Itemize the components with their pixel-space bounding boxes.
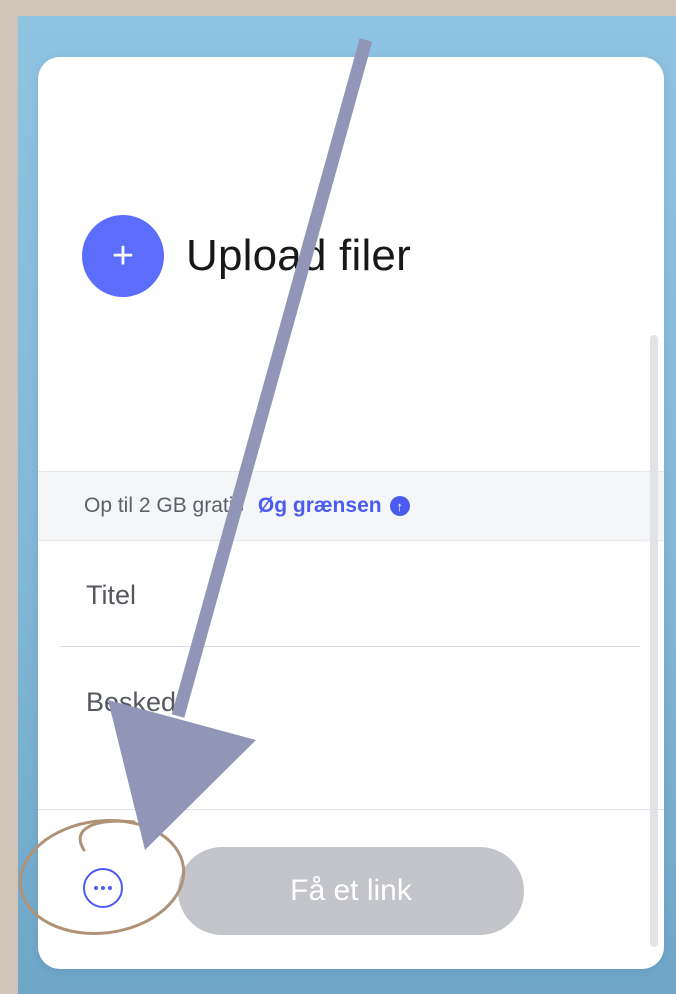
get-link-button[interactable]: Få et link (178, 847, 524, 935)
message-input[interactable] (60, 675, 640, 785)
increase-limit-label: Øg grænsen (257, 494, 382, 517)
footer-divider (38, 809, 664, 810)
upload-files-button[interactable]: + Upload filer (82, 215, 411, 297)
title-input[interactable] (60, 565, 640, 625)
arrow-up-circle-icon: ↑ (389, 496, 410, 516)
size-limit-text: Op til 2 GB gratis (84, 494, 244, 517)
more-options-icon (94, 886, 98, 890)
transfer-card: + Upload filer Op til 2 GB gratis Øg græ… (38, 57, 664, 969)
size-limit-banner: Op til 2 GB gratis Øg grænsen ↑ (38, 471, 664, 541)
upload-files-label: Upload filer (186, 231, 411, 280)
scrollbar[interactable] (650, 335, 658, 947)
more-options-button[interactable] (83, 868, 123, 908)
plus-icon[interactable]: + (82, 215, 164, 297)
title-divider (60, 646, 640, 647)
increase-limit-link[interactable]: Øg grænsen ↑ (258, 494, 410, 518)
